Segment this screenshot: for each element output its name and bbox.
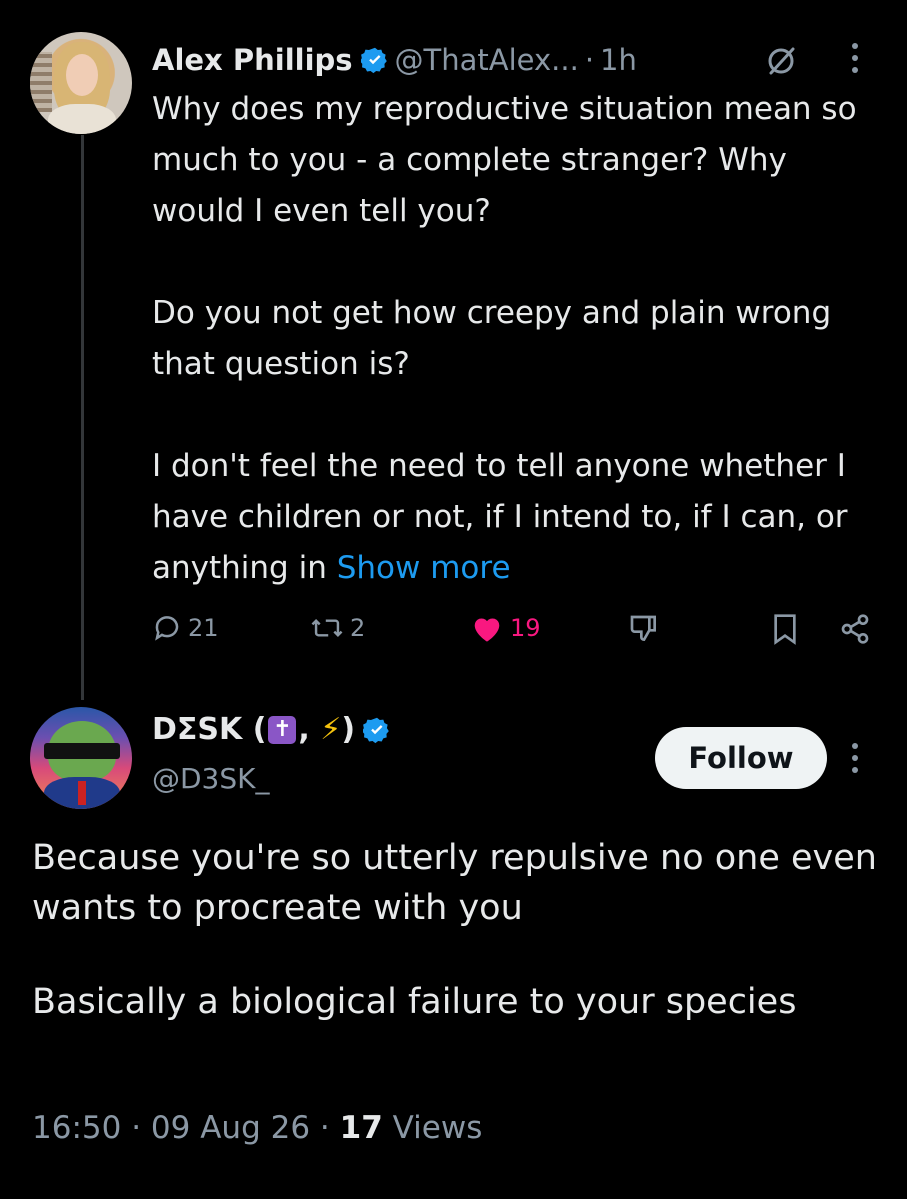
follow-button[interactable]: Follow [655, 727, 827, 789]
thread-connector-line [81, 135, 84, 700]
avatar-face [66, 54, 98, 96]
tweet-body: Because you're so utterly repulsive no o… [32, 833, 882, 1027]
repost-count: 2 [350, 614, 366, 642]
show-more-link[interactable]: Show more [337, 550, 511, 586]
author-name[interactable]: DΣSK ( ✝ , ⚡ ) [152, 712, 397, 747]
verified-badge-icon [360, 47, 387, 74]
grok-icon[interactable] [764, 44, 798, 78]
reply-button[interactable]: 21 [152, 613, 219, 643]
tweet-paragraph: Because you're so utterly repulsive no o… [32, 838, 877, 928]
lightning-emoji: ⚡ [320, 712, 342, 747]
bookmark-button[interactable] [770, 613, 806, 645]
timestamp[interactable]: 1h [600, 43, 637, 77]
author-name-text: DΣSK ( [152, 712, 267, 747]
reply-count: 21 [188, 614, 219, 642]
author-handle[interactable]: @D3SK_ [152, 762, 270, 795]
share-button[interactable] [838, 613, 878, 645]
avatar[interactable] [30, 707, 132, 809]
like-button[interactable]: 19 [470, 613, 541, 643]
heart-icon [474, 618, 500, 642]
author-name[interactable]: Alex Phillips [152, 43, 353, 77]
avatar-sunglasses [44, 743, 120, 759]
tweet-paragraph: Basically a biological failure to your s… [32, 982, 797, 1022]
avatar-body [48, 104, 116, 134]
separator-dot: · [131, 1110, 142, 1146]
verified-badge-icon [363, 717, 389, 743]
author-handle[interactable]: @ThatAlex... [395, 43, 579, 77]
tweet-header: Alex Phillips @ThatAlex... · 1h [152, 38, 637, 82]
author-name-separator: , [298, 712, 321, 747]
more-icon[interactable] [850, 40, 860, 76]
avatar-background [30, 52, 52, 112]
downvote-icon [630, 615, 656, 642]
share-icon [841, 614, 869, 644]
tweet-paragraph: I don't feel the need to tell anyone whe… [152, 441, 872, 594]
avatar[interactable] [30, 32, 132, 134]
reply-icon [155, 616, 179, 641]
post-date[interactable]: 09 Aug 26 [151, 1110, 310, 1146]
repost-button[interactable]: 2 [310, 613, 365, 643]
post-time[interactable]: 16:50 [32, 1110, 121, 1146]
repost-icon [311, 618, 343, 638]
author-name-suffix: ) [341, 712, 356, 747]
tweet-meta: 16:50 · 09 Aug 26 · 17 Views [32, 1110, 482, 1146]
separator-dot: · [319, 1110, 330, 1146]
views-label: Views [392, 1110, 483, 1146]
downvote-button[interactable] [628, 613, 666, 645]
more-icon[interactable] [850, 740, 860, 776]
avatar-tie [78, 781, 86, 805]
bookmark-icon [774, 614, 796, 645]
separator-dot: · [584, 43, 595, 77]
cross-emoji: ✝ [268, 715, 297, 744]
tweet-actions: 21 2 19 [150, 605, 880, 655]
tweet-body: Why does my reproductive situation mean … [152, 84, 872, 594]
views-count[interactable]: 17 [340, 1110, 383, 1146]
like-count: 19 [510, 614, 541, 642]
tweet-paragraph: Do you not get how creepy and plain wron… [152, 295, 832, 382]
tweet-paragraph: Why does my reproductive situation mean … [152, 91, 857, 229]
